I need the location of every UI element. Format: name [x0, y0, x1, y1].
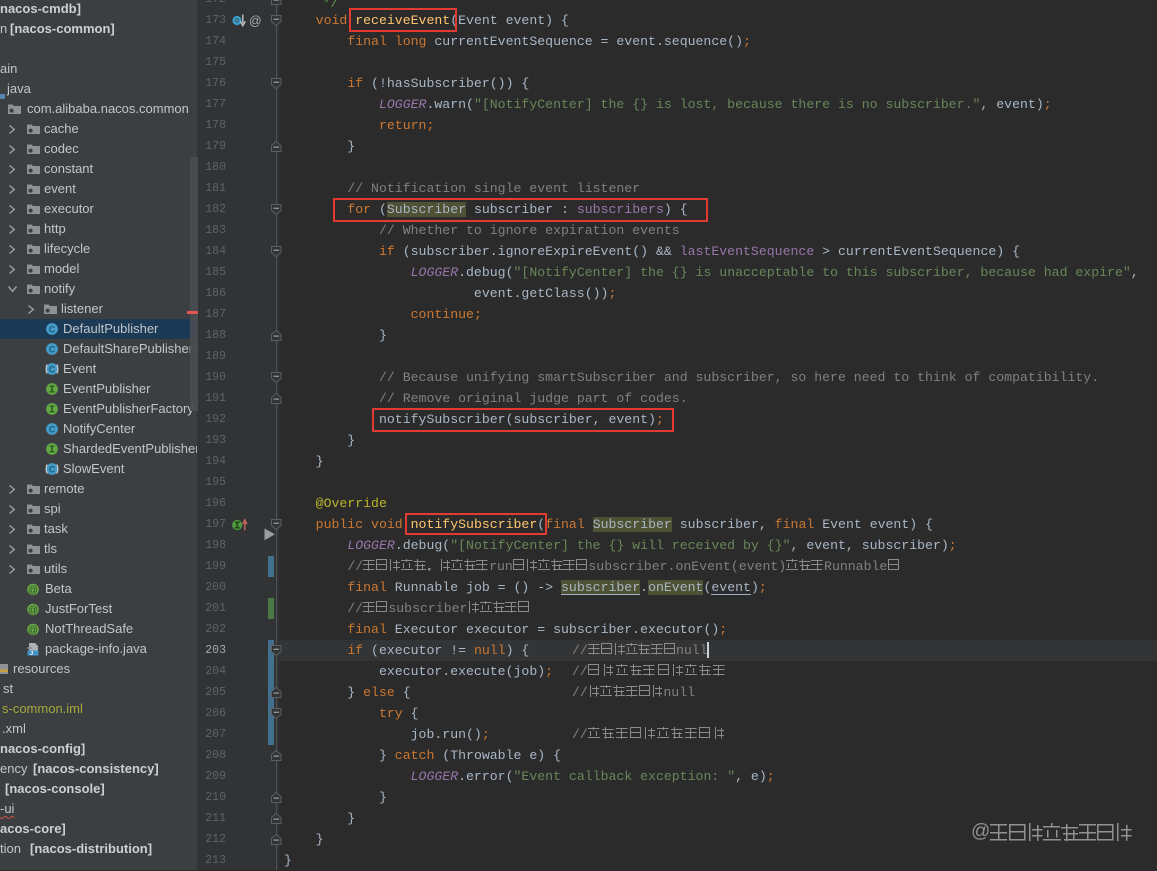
svg-text:C: C: [49, 464, 56, 474]
svg-text:@: @: [28, 625, 38, 636]
svg-text:C: C: [49, 324, 56, 334]
svg-text:J: J: [30, 651, 33, 656]
svg-text:C: C: [49, 344, 56, 354]
svg-text:@: @: [28, 585, 38, 596]
svg-text:C: C: [49, 364, 56, 374]
svg-text:@: @: [28, 605, 38, 616]
svg-text:C: C: [49, 424, 56, 434]
svg-text:@: @: [249, 14, 262, 28]
